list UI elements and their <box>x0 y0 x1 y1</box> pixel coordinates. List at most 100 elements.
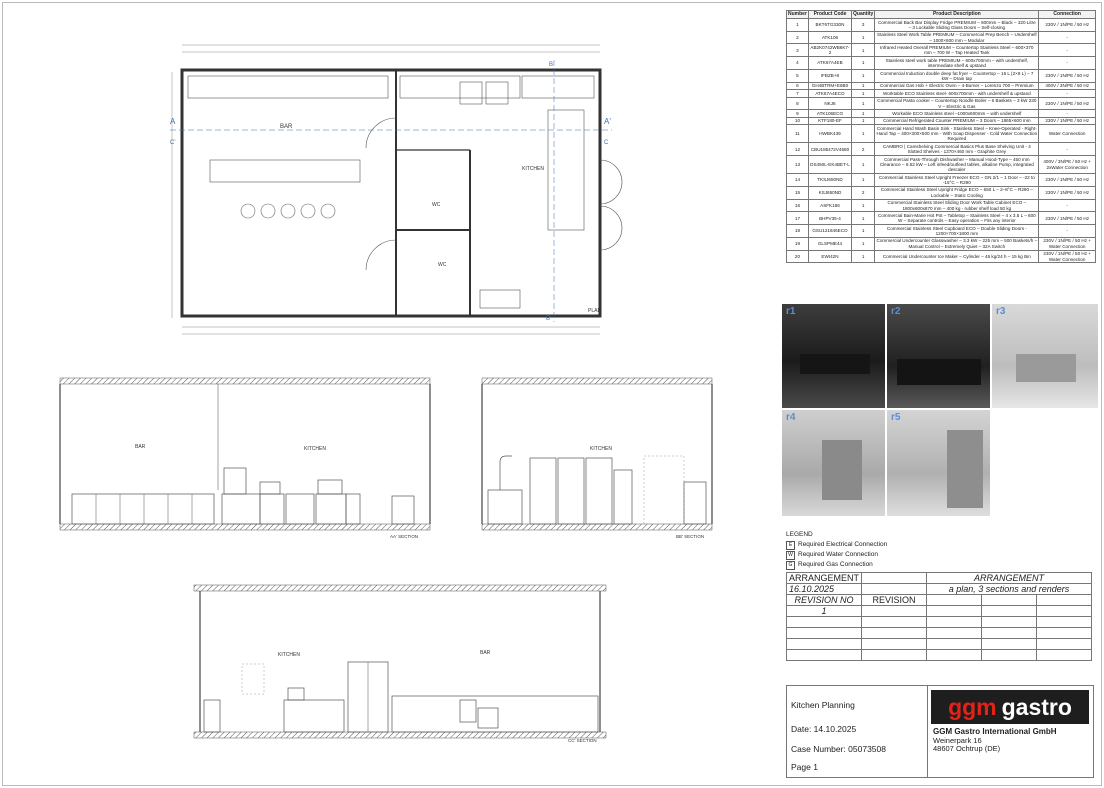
section-marker-b2: B' <box>546 316 551 322</box>
table-cell: Commercial Gas Hob + Electric Oven – 4-B… <box>874 81 1040 91</box>
company-address: GGM Gastro International GmbH Weinerpark… <box>933 727 1057 754</box>
bb-section-label: BB' SECTION <box>676 534 704 539</box>
table-cell: Commercial Pasta cooker – Countertop Noo… <box>874 96 1040 111</box>
section-marker-a: A <box>170 117 176 126</box>
section-bb: KITCHEN BB' SECTION <box>481 377 713 539</box>
table-cell: 1 <box>851 89 876 98</box>
table-cell: CAMBRO | Camshelving Commercial Basics P… <box>874 142 1040 157</box>
render-2: r2 <box>887 304 990 408</box>
table-cell: 1 <box>786 17 809 32</box>
table-cell: - <box>1038 89 1096 98</box>
table-cell: NKJ6 <box>807 96 853 111</box>
table-cell: GH4BTRM+E6B0 <box>807 81 853 91</box>
table-cell: ATK106 <box>807 30 853 45</box>
table-cell: GSU121846ECO <box>807 224 853 238</box>
table-cell: ATK106ECO <box>807 109 853 118</box>
table-row: 12 CBU185472V4580 2 CAMBRO | Camshelving Co… <box>786 142 1096 157</box>
table-cell: 1 <box>851 81 876 91</box>
table-cell: 1 <box>851 236 876 251</box>
render-1: r1 <box>782 304 885 408</box>
table-cell: 18 <box>786 224 809 238</box>
table-cell: 16 <box>786 198 809 213</box>
title-block-info: Kitchen Planning Date: 14.10.2025 Case N… <box>787 686 928 777</box>
plan-zone-wc1: WC <box>432 202 441 208</box>
product-table-column-header: Product Description <box>874 10 1040 19</box>
section-marker-c2: C' <box>170 140 175 146</box>
table-cell: ATK67A4EB <box>807 56 853 70</box>
table-cell: 15 <box>786 185 809 200</box>
table-cell: Commercial Stainless Steel Upright Fridg… <box>874 185 1040 200</box>
table-cell: CBU185472V4580 <box>807 142 853 157</box>
table-cell: 9 <box>786 109 809 118</box>
table-cell: Commercial Refrigerated Counter PREMIUM … <box>874 116 1040 126</box>
table-cell: 14 <box>786 173 809 187</box>
table-cell: Stainless steel work table PREMIUM – 600… <box>874 56 1040 70</box>
table-cell: HWBK439 <box>807 124 853 144</box>
aa-bar-label: BAR <box>135 444 146 450</box>
product-table: Number Product Code Quantity Product Descri… <box>786 10 1096 264</box>
revision-no-value: 1 <box>785 605 863 617</box>
table-cell: DS450L-EK4BET-L <box>807 155 853 175</box>
table-cell: ASFK186 <box>807 198 853 213</box>
table-cell: Commercial Stainless Steel Cupboard ECO … <box>874 224 1040 238</box>
water-connection-icon: W <box>786 550 795 560</box>
table-row: 6 GH4BTRM+E6B0 1 Commercial Gas Hob + Elect… <box>786 81 1096 91</box>
table-row: 13 DS450L-EK4BET-L 1 Commercial Pass-Throug… <box>786 155 1096 175</box>
table-cell: 6 <box>786 81 809 91</box>
table-cell: 3 <box>786 43 809 58</box>
table-cell: 11 <box>786 124 809 144</box>
table-cell: 12 <box>786 142 809 157</box>
table-cell: Worktable ECO Stainless steel- 600x700mm… <box>874 89 1040 98</box>
table-cell: KSJ650ND <box>807 185 853 200</box>
case-number: Case Number: 05073508 <box>791 744 886 754</box>
legend: LEGEND E Required Electrical Connection … <box>786 530 887 570</box>
table-cell: - <box>1038 224 1096 238</box>
table-cell: 1 <box>851 109 876 118</box>
render-3-label: r3 <box>996 306 1006 317</box>
table-row: 14 TKSJ650ND 1 Commercial Stainless Steel U… <box>786 173 1096 187</box>
table-cell: 230V / 1N/PE / 50 Hz <box>1038 68 1096 83</box>
plan-zone-kitchen: KITCHEN <box>522 166 544 172</box>
render-gallery: r1 r2 r3 r4 r5 <box>782 304 1098 516</box>
legend-item-electrical: E Required Electrical Connection <box>786 540 887 550</box>
product-table-header: Number Product Code Quantity Product Descri… <box>786 10 1096 19</box>
table-cell: Commercial Undercounter Ice Maker – Cyli… <box>874 249 1040 264</box>
table-row: 11 HWBK439 1 Commercial Hand Wash Basin Sin… <box>786 124 1096 144</box>
table-row: 4 ATK67A4EB 1 Stainless steel work table PR… <box>786 56 1096 70</box>
table-cell: Commercial Stainless Steel Sliding Door … <box>874 198 1040 213</box>
table-cell: Commercial Hand Wash Basin Sink - Stainl… <box>874 124 1040 144</box>
arrangement-title-left: ARRANGEMENT <box>785 572 863 584</box>
table-row: 10 KTF180-EF 1 Commercial Refrigerated Coun… <box>786 116 1096 126</box>
bb-kitchen-label: KITCHEN <box>590 446 612 452</box>
table-cell: 20 <box>786 249 809 264</box>
legend-item-label: Required Gas Connection <box>798 561 873 568</box>
table-cell: EWI42N <box>807 249 853 264</box>
table-cell: Stainless Steel Work Table PREMIUM – Com… <box>874 30 1040 45</box>
cc-kitchen-label: KITCHEN <box>278 652 300 658</box>
table-cell: 230V / 1N/PE / 50 Hz <box>1038 116 1096 126</box>
table-cell: 1 <box>851 198 876 213</box>
table-cell: Water Connection <box>1038 124 1096 144</box>
table-row: 19 GLSPME44 1 Commercial Undercounter Glass… <box>786 236 1096 251</box>
table-cell: Commercial Induction double deep fat fry… <box>874 68 1040 83</box>
table-row: 18 GSU121846ECO 1 Commercial Stainless Stee… <box>786 224 1096 238</box>
table-cell: 1 <box>851 224 876 238</box>
section-marker-a2: A' <box>604 117 611 126</box>
render-5: r5 <box>887 410 990 516</box>
section-aa: BAR KITCHEN AA' SECTION <box>59 377 431 539</box>
table-cell: Commercial Undercounter Glasswasher – 3.… <box>874 236 1040 251</box>
legend-item-label: Required Electrical Connection <box>798 541 888 548</box>
table-cell: TKSJ650ND <box>807 173 853 187</box>
table-cell: Commercial Bain-Marie Hot Pot – Tabletop… <box>874 211 1040 226</box>
table-row: 8 NKJ6 1 Commercial Pasta cooker – Countert… <box>786 96 1096 111</box>
table-cell: 1 <box>851 30 876 45</box>
arrangement-date: 16.10.2025 <box>785 583 863 595</box>
legend-item-gas: G Required Gas Connection <box>786 560 887 570</box>
logo-text-ggm: ggm <box>948 693 997 720</box>
table-cell: 1 <box>851 56 876 70</box>
table-row: 2 ATK106 1 Stainless Steel Work Table PREMI… <box>786 30 1096 45</box>
table-cell: 5 <box>786 68 809 83</box>
table-cell: 4 <box>786 56 809 70</box>
table-cell: 1 <box>851 124 876 144</box>
table-cell: 3 <box>851 17 876 32</box>
